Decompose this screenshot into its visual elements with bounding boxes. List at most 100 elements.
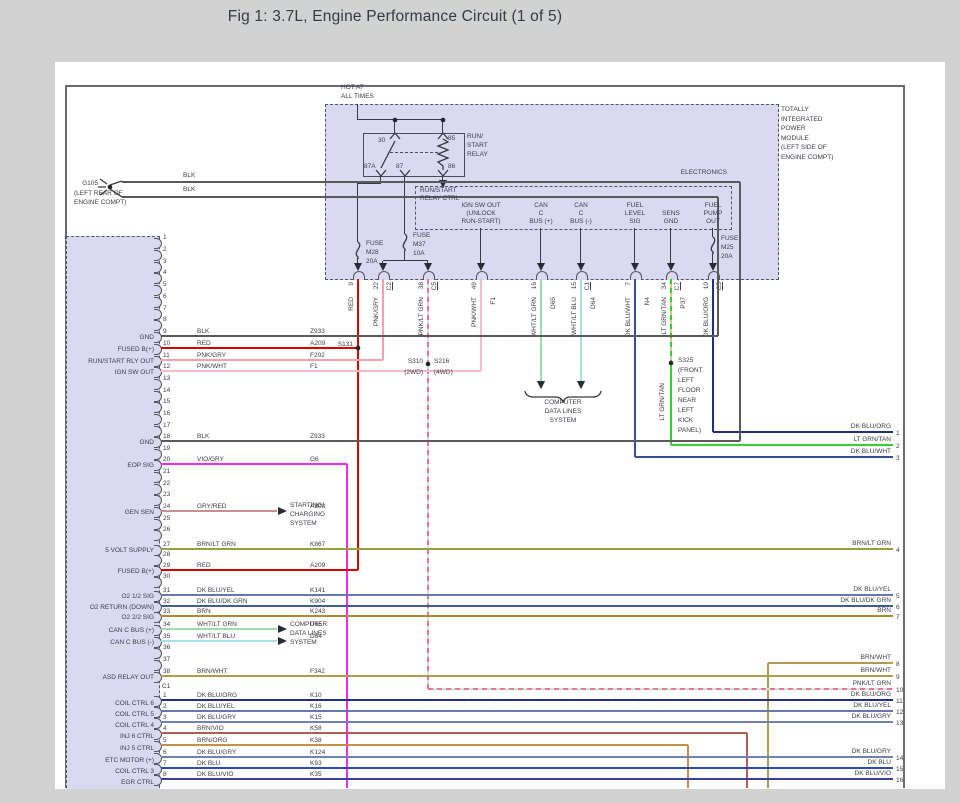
wire-color-label: WHT/LT GRN xyxy=(531,297,540,337)
pin-function-label: 5 VOLT SUPPLY xyxy=(66,547,154,556)
edge-wire-label: DK BLU/ORG xyxy=(750,691,891,700)
edge-wire-label: DK BLU/YEL xyxy=(750,586,891,595)
edge-wire-label: DK BLU/WHT xyxy=(750,448,891,457)
edge-pin-number t num: 11 xyxy=(896,698,903,707)
pin-function-label: COIL CTRL 4 xyxy=(66,722,154,731)
fuse-label: FUSE xyxy=(366,240,383,249)
arrow-down-icon xyxy=(354,263,362,271)
pin-function-label: O2 2/2 SIG xyxy=(66,614,154,623)
splice-label: NEAR xyxy=(678,397,696,406)
c1-connector-header t ul: C1 xyxy=(162,683,170,692)
electronics-column-label: RUN-START) xyxy=(455,218,507,227)
pin-bracket xyxy=(154,577,162,588)
pin-function-label: EOP SIG xyxy=(66,462,154,471)
edge-wire-label: PNK/LT GRN xyxy=(750,680,891,689)
edge-pin-number t num: 16 xyxy=(896,777,903,786)
fuse-label: FUSE xyxy=(721,235,738,244)
pin-function-label: O2 RETURN (DOWN) xyxy=(66,604,154,613)
figure-title: Fig 1: 3.7L, Engine Performance Circuit … xyxy=(0,8,790,26)
wire xyxy=(480,279,482,371)
edge-pin-number t num: 4 xyxy=(896,547,900,556)
arrow-right-icon xyxy=(278,637,287,645)
pin-function-label: O2 1/2 SIG xyxy=(66,593,154,602)
internal-wire xyxy=(442,120,443,133)
pin-function-label: FUSED B(+) xyxy=(66,568,154,577)
pin-bracket xyxy=(154,379,162,390)
ground-name: G105 xyxy=(58,180,98,189)
circuit-id: D64 xyxy=(590,297,599,309)
splice-label: PANEL) xyxy=(678,427,701,436)
relay-pin-label t num: 85 xyxy=(448,135,455,144)
internal-wire xyxy=(358,119,444,120)
pin-number t num: 36 xyxy=(163,644,170,653)
pin-function-label: FUSED B(+) xyxy=(66,346,154,355)
tipm-pin-number t num: 49 xyxy=(471,282,480,289)
wire-color-label: WHT/LT BLU xyxy=(571,297,580,335)
pin-function-label: EGR CTRL xyxy=(66,779,154,788)
edge-pin-number t num: 13 xyxy=(896,720,903,729)
pin-bracket xyxy=(154,495,162,506)
wire xyxy=(580,279,582,381)
pin-bracket xyxy=(154,566,162,577)
pin-bracket xyxy=(154,612,162,623)
arrow-down-icon xyxy=(667,263,675,271)
pin-bracket xyxy=(154,555,162,566)
pin-number t num: 4 xyxy=(163,269,167,278)
edge-pin-number t num: 15 xyxy=(896,766,903,775)
wire-dashed xyxy=(670,279,672,363)
internal-wire xyxy=(634,228,635,263)
pin-function-label: GND xyxy=(66,334,154,343)
system-ref-label: STARTING/ xyxy=(290,502,324,511)
tipm-name-label: POWER xyxy=(781,125,806,134)
internal-wire xyxy=(712,228,713,237)
edge-pin-number t num: 1 xyxy=(896,430,900,439)
electronics-column-label: OUT xyxy=(687,218,739,227)
internal-wire xyxy=(357,183,358,242)
diagram-layer: 9RED22C2PNK/GRY38C5PNK/LT GRN49F1PNK/WHT… xyxy=(55,62,945,789)
pin-bracket xyxy=(154,449,162,460)
tipm-pin-connector t num: C2 xyxy=(386,282,395,290)
tipm-pin-number t num: 7 xyxy=(625,282,634,286)
pin-bracket xyxy=(154,507,162,518)
tipm-pin-bracket xyxy=(423,271,435,280)
internal-wire xyxy=(480,228,481,263)
pin-bracket xyxy=(154,309,162,320)
wire-color-label: LT GRN/TAN xyxy=(659,383,668,421)
tipm-pin-number t num: 16 xyxy=(531,282,540,289)
circuit-id: P37 xyxy=(680,297,689,309)
wire-color-label: DK BLU/WHT xyxy=(625,297,634,337)
pin-number t num: 28 xyxy=(163,551,170,560)
tipm-pin-bracket xyxy=(353,271,365,280)
wire xyxy=(161,359,383,361)
internal-wire xyxy=(712,253,713,263)
wire xyxy=(161,640,277,642)
pin-number t num: 15 xyxy=(163,398,170,407)
pin-bracket xyxy=(154,775,162,786)
edge-wire-label: BRN/WHT xyxy=(750,654,891,663)
splice-label: LEFT xyxy=(678,407,694,416)
tipm-pin-number t num: 22 xyxy=(373,282,382,289)
pin-bracket xyxy=(154,741,162,752)
wire-color-label: RED xyxy=(348,297,357,311)
pin-bracket xyxy=(154,367,162,378)
wire xyxy=(161,569,358,571)
system-ref-label: SYSTEM xyxy=(290,520,317,529)
hot-at-label: ALL TIMES xyxy=(341,93,374,102)
arrow-down-icon xyxy=(577,263,585,271)
electronics-label: ELECTRONICS xyxy=(600,169,727,178)
pin-bracket xyxy=(154,262,162,273)
pin-bracket xyxy=(154,637,162,648)
wire-color-label: PNK/GRY xyxy=(373,297,382,326)
edge-pin-number t num: 6 xyxy=(896,604,900,613)
border-right xyxy=(903,85,905,788)
fuse-label: 20A xyxy=(721,253,733,262)
tipm-pin-connector t num: C5 xyxy=(431,282,440,290)
pin-bracket xyxy=(154,696,162,707)
splice-label: S216 xyxy=(434,358,449,367)
wire xyxy=(161,370,481,372)
edge-wire-label: BRN/WHT xyxy=(750,667,891,676)
pin-number t num: 22 xyxy=(163,480,170,489)
splice-label: (2WD) xyxy=(391,369,423,378)
pin-function-label: IGN SW OUT xyxy=(66,369,154,378)
hot-at-label: HOT AT xyxy=(341,84,364,93)
